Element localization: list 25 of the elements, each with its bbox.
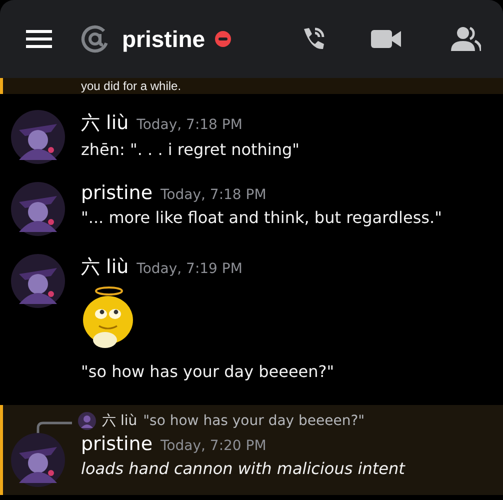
- reply-preview-text[interactable]: "so how has your day beeeen?": [143, 413, 365, 429]
- message-text: zhēn: ". . . i regret nothing": [81, 140, 300, 159]
- avatar[interactable]: [11, 254, 65, 308]
- reply-author[interactable]: 六 liù: [102, 412, 138, 430]
- members-icon[interactable]: [451, 26, 481, 52]
- timestamp: Today, 7:19 PM: [136, 261, 242, 277]
- message-text: you did for a while.: [81, 79, 182, 93]
- message-text: loads hand cannon with malicious intent: [81, 459, 405, 478]
- avatar[interactable]: [11, 182, 65, 236]
- timestamp: Today, 7:20 PM: [160, 438, 266, 454]
- author-name[interactable]: 六 liù: [81, 110, 129, 136]
- video-camera-icon[interactable]: [371, 28, 401, 50]
- menu-icon[interactable]: [26, 29, 52, 49]
- message-text: "... more like float and think, but regardless.": [81, 208, 442, 227]
- author-name[interactable]: 六 liù: [81, 254, 129, 280]
- channel-title: pristine: [122, 26, 206, 52]
- timestamp: Today, 7:18 PM: [136, 117, 242, 133]
- timestamp: Today, 7:18 PM: [160, 187, 266, 203]
- avatar: [78, 412, 96, 430]
- at-sign-icon: [80, 24, 110, 54]
- avatar[interactable]: [11, 110, 65, 164]
- avatar[interactable]: [11, 433, 65, 487]
- author-name[interactable]: pristine: [81, 433, 153, 455]
- author-name[interactable]: pristine: [81, 182, 153, 204]
- message-text: "so how has your day beeeen?": [81, 362, 334, 381]
